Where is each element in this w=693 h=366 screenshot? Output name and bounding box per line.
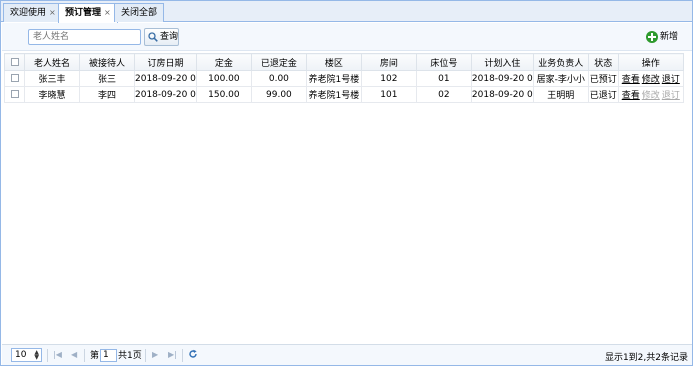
tab-reservation-label: 预订管理 [65,8,102,18]
cell-elder-name: 张三丰 [24,70,80,87]
tab-welcome-label: 欢迎使用 [10,8,47,18]
column-header[interactable]: 房间 [360,53,417,71]
page-size-value: 10 [15,350,27,360]
cell-elder-name: 李晓慧 [24,86,80,103]
select-all-checkbox[interactable] [4,53,25,71]
page-size-select[interactable]: 10 ▲ ▼ [11,348,42,362]
cell-bed: 02 [415,86,472,103]
elder-name-search-input[interactable] [28,29,141,45]
column-header[interactable]: 状态 [587,53,619,71]
column-header[interactable]: 楼区 [305,53,362,71]
column-header[interactable]: 计划入住 [470,53,534,71]
add-icon [646,31,658,43]
cell-deposit: 100.00 [195,70,252,87]
main-panel: 欢迎使用× 预订管理× 关闭全部 查询 新增 [0,0,693,366]
search-icon [148,32,158,42]
cancel-booking-link: 退订 [661,91,680,101]
search-button[interactable]: 查询 [144,28,179,46]
tab-welcome[interactable]: 欢迎使用 × [3,3,63,22]
refresh-icon[interactable] [188,349,198,359]
divider [47,349,48,362]
cell-manager: 居家-李小小 [532,70,589,87]
column-header[interactable]: 已退定金 [250,53,307,71]
column-header: 操作 [617,53,684,71]
cell-refunded: 0.00 [250,70,307,87]
column-header[interactable]: 被接待人 [79,53,135,71]
view-link[interactable]: 查看 [622,91,640,101]
cell-refunded: 99.00 [250,86,307,103]
last-page-icon[interactable]: ▶| [168,350,177,359]
tab-welcome-close-icon[interactable]: × [49,8,56,17]
cell-plan-date: 2018-09-20 0 [470,70,534,87]
page-number-input[interactable]: 1 [100,349,118,362]
table-row[interactable]: 李晓慧 李四 2018-09-20 0 150.00 99.00 养老院1号楼 … [4,86,684,103]
row-checkbox[interactable] [4,86,25,103]
cell-deposit: 150.00 [195,86,252,103]
cell-host: 李四 [79,86,135,103]
row-checkbox[interactable] [4,70,25,87]
page-count: 共1页 [118,351,142,361]
cell-building: 养老院1号楼 [305,86,362,103]
cancel-booking-link[interactable]: 退订 [662,75,680,85]
cell-manager: 王明明 [532,86,589,103]
edit-link: 修改 [641,91,660,101]
add-button-label: 新增 [660,32,679,42]
column-header[interactable]: 定金 [195,53,252,71]
cell-building: 养老院1号楼 [305,70,362,87]
table-row[interactable]: 张三丰 张三 2018-09-20 0 100.00 0.00 养老院1号楼 1… [4,70,684,87]
column-header[interactable]: 订房日期 [134,53,197,71]
edit-link[interactable]: 修改 [642,75,660,85]
divider [84,349,85,362]
divider [145,349,146,362]
column-header[interactable]: 床位号 [415,53,472,71]
first-page-icon[interactable]: |◀ [53,350,62,359]
cell-booking-date: 2018-09-20 0 [134,70,197,87]
divider [182,349,183,362]
reservation-grid: 老人姓名 被接待人 订房日期 定金 已退定金 楼区 房间 床位号 计划入住 业务… [2,52,692,344]
cell-operations: 查看 修改 退订 [617,70,684,87]
page-indicator: 第 1 共1页 [90,349,142,362]
pagination-bar: 10 ▲ ▼ |◀ ◀ 第 1 共1页 ▶ ▶| 显示1到2,共2条记录 [2,344,692,365]
cell-plan-date: 2018-09-20 0 [470,86,534,103]
cell-host: 张三 [79,70,135,87]
cell-status: 已退订 [587,86,619,103]
cell-booking-date: 2018-09-20 0 [134,86,197,103]
select-arrows-icon: ▲ ▼ [34,349,39,361]
table-header-row: 老人姓名 被接待人 订房日期 定金 已退定金 楼区 房间 床位号 计划入住 业务… [4,53,684,71]
column-header[interactable]: 老人姓名 [24,53,80,71]
cell-room: 101 [360,86,417,103]
tab-reservation[interactable]: 预订管理 × [58,3,118,23]
tab-reservation-close-icon[interactable]: × [104,8,111,17]
tab-bar: 欢迎使用 × 预订管理 × 关闭全部 [1,1,692,23]
record-count: 显示1到2,共2条记录 [604,353,688,363]
add-button[interactable]: 新增 [646,28,678,46]
page-prefix: 第 [90,351,100,361]
toolbar: 查询 新增 [2,23,692,51]
cell-bed: 01 [415,70,472,87]
column-header[interactable]: 业务负责人 [532,53,589,71]
search-button-label: 查询 [160,32,179,42]
tab-close-all[interactable]: 关闭全部 [114,3,165,22]
cell-room: 102 [360,70,417,87]
prev-page-icon[interactable]: ◀ [71,350,77,359]
reservation-table: 老人姓名 被接待人 订房日期 定金 已退定金 楼区 房间 床位号 计划入住 业务… [4,53,684,103]
next-page-icon[interactable]: ▶ [152,350,158,359]
cell-status: 已预订 [587,70,619,87]
cell-operations: 查看 修改 退订 [617,86,684,103]
tab-close-all-label: 关闭全部 [121,8,158,18]
view-link[interactable]: 查看 [622,75,640,85]
